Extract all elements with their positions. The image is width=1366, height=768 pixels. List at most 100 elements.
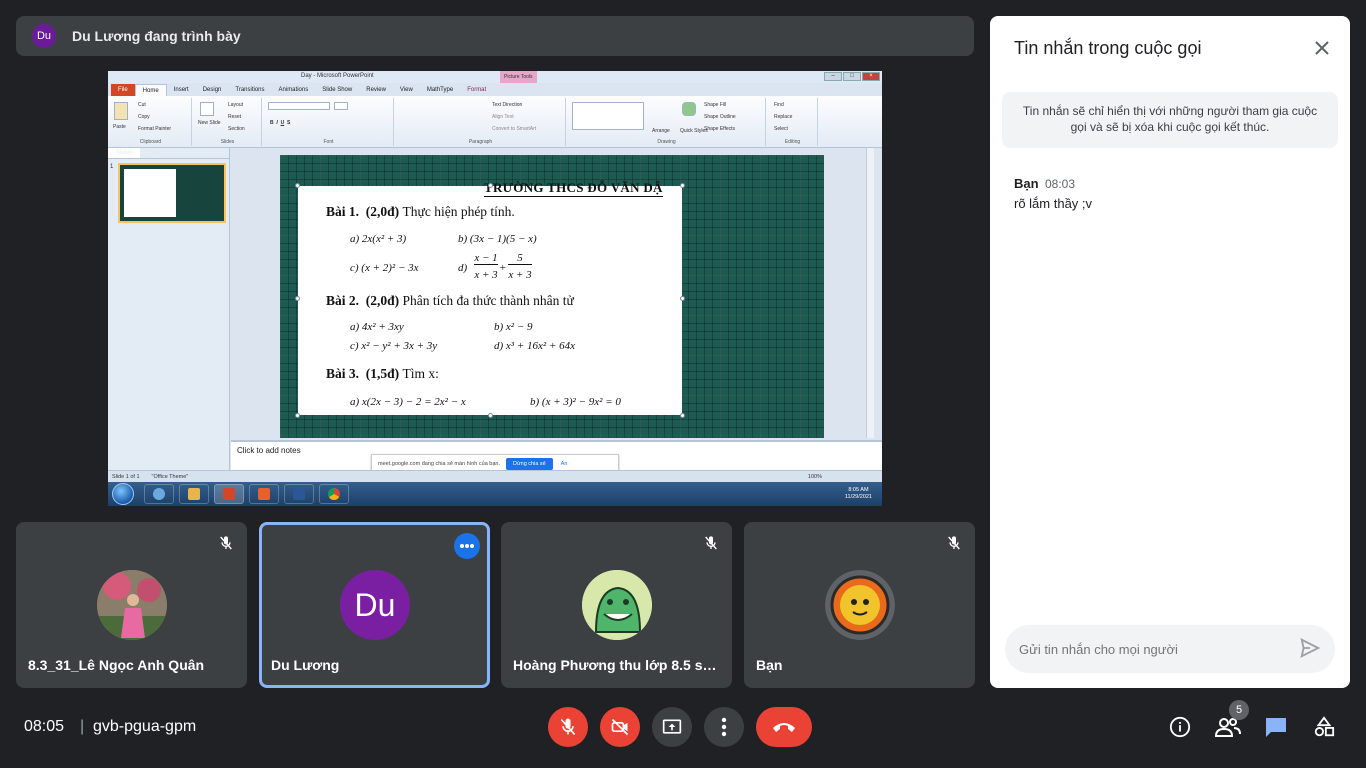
mic-off-icon	[213, 530, 239, 556]
selection-handle	[295, 183, 300, 188]
taskbar-date: 11/29/2021	[844, 494, 872, 500]
shape-effects-label: Shape Effects	[704, 126, 736, 132]
bai1-d-label: d)	[458, 262, 468, 274]
replace-label: Replace	[774, 114, 793, 120]
message-sender: Bạn	[1014, 176, 1039, 191]
chat-message-input[interactable]	[1019, 641, 1289, 657]
present-button[interactable]	[652, 707, 692, 747]
window-buttons: – □ ×	[824, 72, 880, 81]
paragraph-group-label: Paragraph	[468, 139, 493, 145]
taskbar-clock: 8:05 AM 11/29/2021	[845, 487, 872, 501]
share-notice-text: meet.google.com đang chia sẻ màn hình củ…	[378, 461, 500, 467]
bai2-points: (2,0đ)	[365, 293, 400, 308]
bai1-text: Thực hiện phép tính.	[402, 204, 515, 219]
activities-button[interactable]	[1309, 712, 1339, 742]
drawing-group-label: Drawing	[657, 139, 676, 145]
selection-handle	[488, 183, 493, 188]
pane-tab-outline: Outline	[148, 150, 168, 156]
chat-icon	[1266, 718, 1286, 737]
selection-handle	[295, 413, 300, 418]
bai-3: Bài 3. (1,5đ) Tìm x:	[326, 366, 439, 382]
meeting-clock: 08:05	[24, 718, 65, 735]
ppt-tab-review: Review	[366, 87, 386, 93]
chat-input-box[interactable]	[1005, 625, 1335, 673]
clipboard-group: Paste Cut Copy Format Painter Clipboard	[110, 98, 192, 146]
mic-off-icon	[560, 718, 576, 736]
more-options-button[interactable]	[704, 707, 744, 747]
ppt-tab-insert: Insert	[173, 87, 189, 93]
bai1-d-den1: x + 3	[474, 269, 498, 281]
participant-tile[interactable]: Hoàng Phương thu lớp 8.5 số ...	[501, 522, 732, 688]
presenter-avatar: Du	[32, 24, 56, 48]
editing-group-label: Editing	[784, 139, 801, 145]
ppt-status-bar: Slide 1 of 1 "Office Theme" 100%	[108, 470, 882, 482]
maximize-icon: □	[843, 72, 861, 81]
send-icon	[1300, 638, 1321, 658]
font-group: B I U S Font	[264, 98, 394, 146]
bai1-d-plus: +	[499, 262, 507, 274]
paragraph-group: Text Direction Align Text Convert to Sma…	[396, 98, 566, 146]
ppt-tab-animations: Animations	[278, 87, 309, 93]
participant-tile[interactable]: Bạn	[744, 522, 975, 688]
drawing-group: Arrange Quick Styles Shape Fill Shape Ou…	[568, 98, 766, 146]
meeting-code: gvb-pgua-gpm	[93, 718, 197, 735]
close-chat-button[interactable]	[1310, 36, 1334, 60]
slide-thumbnail	[118, 163, 226, 223]
bai-1: Bài 1. (2,0đ) Thực hiện phép tính.	[326, 204, 515, 220]
stop-sharing-button[interactable]: Dừng chia sẻ	[506, 458, 553, 470]
participant-avatar	[97, 570, 167, 640]
shared-screen[interactable]: Day - Microsoft PowerPoint Picture Tools…	[108, 71, 882, 506]
leave-call-button[interactable]	[756, 707, 812, 747]
message-text: rõ lắm thầy ;v	[1014, 196, 1093, 211]
ppt-tab-transitions: Transitions	[235, 87, 265, 93]
more-vert-icon	[721, 717, 727, 737]
section-label: Section	[228, 126, 245, 132]
selection-handle	[680, 413, 685, 418]
separator: |	[80, 718, 85, 735]
selection-handle	[488, 413, 493, 418]
close-icon	[1315, 41, 1329, 55]
bai2-d: d) x³ + 16x² + 64x	[494, 340, 576, 352]
bold-icon: B I U S	[270, 120, 291, 126]
hide-button[interactable]: Ẩn	[561, 461, 568, 467]
pane-tabs: Slides Outline ×	[108, 148, 229, 159]
bai2-title: Bài 2.	[326, 293, 360, 308]
minimize-icon: –	[824, 72, 842, 81]
font-name-box	[268, 102, 330, 110]
text-direction-label: Text Direction	[492, 102, 523, 108]
ppt-ribbon: Paste Cut Copy Format Painter Clipboard …	[108, 96, 882, 148]
ppt-tab-home: Home	[134, 84, 167, 96]
copy-label: Copy	[138, 114, 150, 120]
meeting-details-button[interactable]	[1165, 712, 1195, 742]
bai1-title: Bài 1.	[326, 204, 360, 219]
ppt-tab-slideshow: Slide Show	[322, 87, 353, 93]
ppt-window-title: Day - Microsoft PowerPoint	[301, 73, 374, 79]
camera-toggle-button[interactable]	[600, 707, 640, 747]
chat-button[interactable]	[1261, 712, 1291, 742]
participant-avatar	[582, 570, 652, 640]
selection-handle	[680, 183, 685, 188]
send-button[interactable]	[1299, 637, 1321, 664]
quick-styles-icon	[682, 102, 696, 116]
participant-tile-active[interactable]: Du Du Lương	[259, 522, 490, 688]
shape-outline-label: Shape Outline	[704, 114, 736, 120]
participant-name: Hoàng Phương thu lớp 8.5 số ...	[513, 657, 723, 673]
slides-group-label: Slides	[220, 139, 235, 145]
bai3-title: Bài 3.	[326, 366, 360, 381]
pane-close-icon: ×	[221, 150, 225, 156]
clipboard-label: Clipboard	[139, 139, 162, 145]
mic-toggle-button[interactable]	[548, 707, 588, 747]
school-name: TRƯỜNG THCS ĐỖ VĂN DẬ	[484, 180, 663, 197]
people-count-badge: 5	[1229, 700, 1249, 720]
status-zoom: 100%	[807, 473, 822, 480]
new-slide-label: New Slide	[198, 120, 221, 126]
ppt-titlebar: Day - Microsoft PowerPoint Picture Tools…	[108, 71, 882, 83]
bai3-points: (1,5đ)	[365, 366, 400, 381]
format-painter-label: Format Painter	[138, 126, 172, 132]
bai3-b: b) (x + 3)² − 9x² = 0	[530, 396, 621, 408]
more-options-icon[interactable]	[454, 533, 480, 559]
bai1-c: c) (x + 2)² − 3x	[350, 262, 419, 274]
participant-tile[interactable]: 8.3_31_Lê Ngọc Anh Quân	[16, 522, 247, 688]
start-orb-icon	[112, 483, 134, 505]
bai3-a: a) x(2x − 3) − 2 = 2x² − x	[350, 396, 466, 408]
